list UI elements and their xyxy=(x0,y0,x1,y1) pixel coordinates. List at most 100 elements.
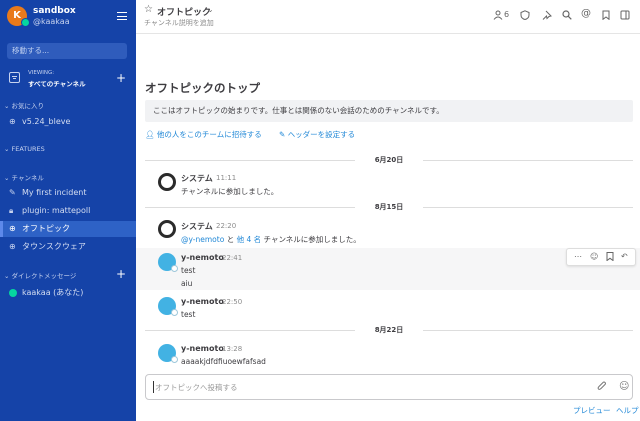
post-time[interactable]: 22:20 xyxy=(216,222,236,230)
channel-view-selector[interactable]: VIEWING: すべてのチャンネル + xyxy=(7,70,129,88)
post[interactable]: y-nemoto 13:28 aaaakjdfdfiuoewfafsad xyxy=(136,340,640,370)
post[interactable]: y-nemoto 22:50 test xyxy=(136,293,640,323)
invite-members-link[interactable]: 👤︎ 他の人をこのチームに招待する xyxy=(145,129,262,140)
post-author[interactable]: y-nemoto xyxy=(181,344,224,353)
info-icon[interactable] xyxy=(620,10,630,20)
date-label: 8月22日 xyxy=(374,326,404,334)
attachment-icon[interactable] xyxy=(597,381,607,392)
pencil-icon: ✎ xyxy=(279,130,286,139)
category-label: お気に入り xyxy=(11,102,45,110)
add-user-icon: 👤︎ xyxy=(145,130,155,139)
shield-icon[interactable] xyxy=(520,10,530,20)
globe-icon: ⊕ xyxy=(9,242,16,251)
category-label: FEATURES xyxy=(11,145,45,153)
add-dm-icon[interactable]: + xyxy=(116,268,126,280)
sidebar-item-label: タウンスクウェア xyxy=(22,242,86,251)
post-author[interactable]: y-nemoto xyxy=(181,297,224,306)
views-value: すべてのチャンネル xyxy=(28,80,86,88)
channel-switcher-input[interactable]: 移動する... xyxy=(7,43,127,59)
post-time[interactable]: 22:50 xyxy=(222,298,242,306)
sidebar-item-my-first-incident[interactable]: ✎ My first incident xyxy=(0,185,136,201)
channel-intro-title: オフトピックのトップ xyxy=(145,81,260,95)
channel-name[interactable]: オフトピック xyxy=(157,5,211,18)
emoji-reaction-icon[interactable]: ☺ xyxy=(590,252,598,261)
user-name: @kaakaa xyxy=(33,17,70,26)
post-author[interactable]: システム xyxy=(181,221,213,232)
message-text: チャンネルに参加しました。 xyxy=(263,235,361,244)
lock-icon: 🔒︎ xyxy=(9,206,14,215)
post[interactable]: システム 22:20 @y-nemoto と 他 4 名 チャンネルに参加しまし… xyxy=(136,217,640,247)
save-post-icon[interactable] xyxy=(606,252,614,261)
category-features[interactable]: ⌄ FEATURES xyxy=(4,145,45,153)
members-icon[interactable] xyxy=(493,10,503,20)
search-icon[interactable] xyxy=(562,10,572,20)
message-input[interactable]: オフトピックへ投稿する ☺ xyxy=(145,374,633,400)
category-label: チャンネル xyxy=(11,174,44,182)
set-header-link[interactable]: ✎ ヘッダーを設定する xyxy=(279,129,355,140)
link-label: ヘッダーを設定する xyxy=(287,130,356,139)
chevron-down-icon[interactable]: ⌄ xyxy=(207,5,214,14)
team-header[interactable]: K sandbox @kaakaa xyxy=(0,0,136,34)
others-link[interactable]: 他 4 名 xyxy=(237,235,262,244)
post-message: aiu xyxy=(181,279,193,288)
sidebar-item-label: My first incident xyxy=(22,188,87,197)
help-link[interactable]: ヘルプ xyxy=(616,405,639,416)
sidebar: K sandbox @kaakaa 移動する... VIEWING: すべてのチ… xyxy=(0,0,136,421)
post-time[interactable]: 22:41 xyxy=(222,254,242,262)
filter-icon xyxy=(9,72,20,83)
category-channels[interactable]: ⌄ チャンネル xyxy=(4,172,44,182)
more-actions-icon[interactable]: ⋯ xyxy=(574,252,582,261)
online-status-icon xyxy=(9,289,17,297)
channel-intro-description: ここはオフトピックの始まりです。仕事とは関係のない会話のためのチャンネルです。 xyxy=(145,100,633,122)
post[interactable]: y-nemoto 22:41 test aiu xyxy=(136,248,640,290)
date-separator: 8月22日 xyxy=(145,325,633,335)
post-time[interactable]: 11:11 xyxy=(216,174,236,182)
emoji-icon[interactable]: ☺ xyxy=(619,381,629,392)
post-message: @y-nemoto と 他 4 名 チャンネルに参加しました。 xyxy=(181,234,361,245)
team-name[interactable]: sandbox xyxy=(33,6,76,16)
category-favorites[interactable]: ⌄ お気に入り xyxy=(4,100,44,110)
channel-header: ☆ オフトピック ⌄ チャンネル説明を追加 6 @ xyxy=(136,0,640,34)
sidebar-item-dm-kaakaa[interactable]: kaakaa (あなた) xyxy=(0,285,136,301)
conjunction: と xyxy=(226,235,235,244)
sidebar-item-plugin-mattepoll[interactable]: 🔒︎ plugin: mattepoll xyxy=(0,203,136,219)
menu-icon[interactable] xyxy=(117,12,127,20)
pin-icon[interactable] xyxy=(542,10,552,20)
post-time[interactable]: 13:28 xyxy=(222,345,242,353)
system-avatar-icon xyxy=(158,220,176,238)
reply-icon[interactable]: ↶ xyxy=(621,252,628,261)
sidebar-item-label: kaakaa (あなた) xyxy=(22,288,84,297)
post-author[interactable]: y-nemoto xyxy=(181,253,224,262)
post-message: test xyxy=(181,310,196,319)
post-author[interactable]: システム xyxy=(181,173,213,184)
mentions-icon[interactable]: @ xyxy=(581,8,591,19)
preview-link[interactable]: プレビュー xyxy=(573,405,611,416)
category-label: ダイレクトメッセージ xyxy=(11,272,77,280)
add-channel-icon[interactable]: + xyxy=(116,72,126,84)
star-icon[interactable]: ☆ xyxy=(144,4,153,15)
date-separator: 8月15日 xyxy=(145,202,633,212)
sidebar-item-offtopic[interactable]: ⊕ オフトピック xyxy=(0,221,136,237)
link-label: 他の人をこのチームに招待する xyxy=(156,130,262,139)
category-direct-messages[interactable]: ⌄ ダイレクトメッセージ xyxy=(4,270,76,280)
offline-status-icon xyxy=(171,309,178,316)
sidebar-item-town-square[interactable]: ⊕ タウンスクウェア xyxy=(0,239,136,255)
sidebar-item-label: オフトピック xyxy=(22,224,70,233)
date-label: 8月15日 xyxy=(374,203,404,211)
member-count[interactable]: 6 xyxy=(504,10,509,19)
user-mention[interactable]: @y-nemoto xyxy=(181,235,224,244)
post-actions-menu: ⋯ ☺ ↶ xyxy=(566,248,636,266)
channel-description[interactable]: チャンネル説明を追加 xyxy=(144,18,214,28)
date-separator: 6月20日 xyxy=(145,155,633,165)
offline-status-icon xyxy=(171,356,178,363)
sidebar-item-label: v5.24_bleve xyxy=(22,117,71,126)
saved-items-icon[interactable] xyxy=(601,10,611,20)
pencil-icon: ✎ xyxy=(9,188,16,197)
post[interactable]: システム 11:11 チャンネルに参加しました。 xyxy=(136,170,640,200)
sidebar-item-v524[interactable]: ⊕ v5.24_bleve xyxy=(0,114,136,130)
globe-icon: ⊕ xyxy=(9,117,16,126)
channel-view: ☆ オフトピック ⌄ チャンネル説明を追加 6 @ オフトピックのトップ ここは… xyxy=(136,0,640,421)
post-message: aaaakjdfdfiuoewfafsad xyxy=(181,357,266,366)
text-caret xyxy=(153,381,154,393)
date-label: 6月20日 xyxy=(374,156,404,164)
